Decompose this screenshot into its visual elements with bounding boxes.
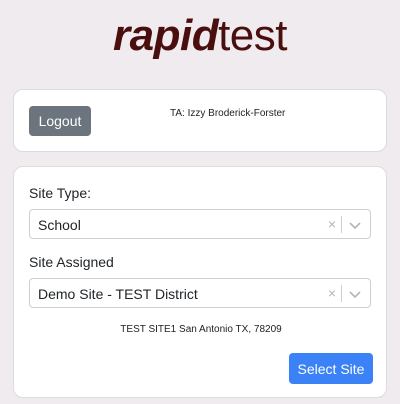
site-address: TEST SITE1 San Antonio TX, 78209: [120, 324, 282, 335]
logo-bold-text: rapid: [113, 11, 219, 60]
site-assigned-label: Site Assigned: [29, 254, 114, 270]
site-assigned-select[interactable]: Demo Site - TEST District ×: [29, 278, 371, 308]
rapidtest-logo: rapidtest: [0, 8, 400, 64]
site-type-select[interactable]: School ×: [29, 209, 371, 239]
logo-light-text: test: [218, 11, 287, 60]
clear-icon[interactable]: ×: [328, 285, 336, 301]
select-separator: [341, 216, 342, 233]
site-type-value: School: [38, 217, 81, 233]
site-selection-card: Site Type: School × Site Assigned Demo S…: [13, 166, 387, 398]
user-card: Logout TA: Izzy Broderick-Forster: [13, 89, 387, 152]
chevron-down-icon[interactable]: [347, 286, 363, 302]
select-separator: [341, 285, 342, 302]
ta-name-label: TA: Izzy Broderick-Forster: [170, 108, 286, 119]
select-site-button[interactable]: Select Site: [289, 353, 373, 384]
site-assigned-value: Demo Site - TEST District: [38, 286, 198, 302]
logout-button[interactable]: Logout: [29, 106, 91, 136]
site-type-label: Site Type:: [29, 185, 92, 201]
chevron-down-icon[interactable]: [347, 217, 363, 233]
clear-icon[interactable]: ×: [328, 216, 336, 232]
